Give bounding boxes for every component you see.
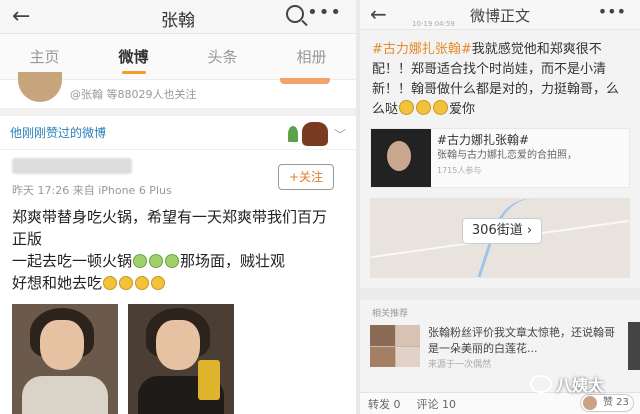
- emoji-icon: [433, 100, 449, 115]
- tab-headlines[interactable]: 头条: [178, 34, 267, 80]
- related-title: 张翰粉丝评价我文章太惊艳，还说翰哥是一朵美丽的白莲花...: [428, 326, 615, 355]
- related-body: 张翰粉丝评价我文章太惊艳，还说翰哥是一朵美丽的白莲花... 来源于一次偶然: [420, 325, 620, 373]
- tab-album[interactable]: 相册: [267, 34, 356, 80]
- post-line-1: 郑爽带替身吃火锅，希望有一天郑爽带我们百万: [12, 208, 328, 226]
- comment-button[interactable]: 评论 10: [417, 396, 457, 412]
- liked-posts-header[interactable]: 他刚刚赞过的微博 ﹀: [0, 116, 356, 150]
- avatar[interactable]: [18, 72, 62, 102]
- emoji-icon: [416, 100, 432, 115]
- more-icon[interactable]: •••: [307, 2, 342, 23]
- emoji-icon: [133, 254, 148, 268]
- laugh-emoji-icon: [135, 276, 150, 290]
- laugh-emoji-icon: [103, 276, 118, 290]
- post-body-text-2: 爱你: [449, 102, 476, 117]
- laugh-emoji-icon: [151, 276, 166, 290]
- top-bar: ← 张翰 •••: [0, 0, 356, 34]
- post-timestamp: 10-19 04:59: [412, 20, 455, 28]
- hashtag-link[interactable]: #古力娜扎张翰#: [372, 42, 472, 57]
- emoji-icon: [399, 100, 415, 115]
- profile-panel: ← 张翰 ••• 主页 微博 头条 相册 @张翰 等88029人也关注 他刚刚赞…: [0, 0, 356, 414]
- watermark: 八姨太: [530, 372, 604, 396]
- location-pill[interactable]: 306街道 ›: [462, 218, 542, 244]
- post-detail-panel: ← 微博正文 ••• 10-19 04:59 #古力娜扎张翰#我就感觉他和郑爽很…: [360, 0, 640, 414]
- wechat-logo-icon: [530, 375, 552, 393]
- related-next-thumbnail[interactable]: [628, 322, 640, 370]
- top-bar: ← 微博正文 ••• 10-19 04:59: [360, 0, 640, 30]
- chevron-right-icon: ›: [526, 223, 533, 238]
- topic-description: 张翰与古力娜扎恋爱的合拍照，: [437, 150, 577, 161]
- post-photo-1[interactable]: [12, 304, 118, 414]
- post-line-2: 正版: [12, 230, 43, 248]
- post-photo-2[interactable]: [128, 304, 234, 414]
- domo-monster-icon: [288, 120, 332, 146]
- related-source: 来源于一次偶然: [428, 360, 492, 370]
- like-count: 赞 23: [603, 397, 629, 408]
- location-map[interactable]: 306街道 ›: [370, 198, 630, 278]
- topic-hashtag: #古力娜扎张翰#: [437, 133, 530, 147]
- avatar: [583, 396, 597, 410]
- more-icon[interactable]: •••: [598, 2, 626, 21]
- blurred-username: [12, 158, 132, 174]
- post-text: 郑爽带替身吃火锅，希望有一天郑爽带我们百万 正版 一起去吃一顿火锅 那场面，贼壮观…: [12, 206, 344, 294]
- followers-text[interactable]: @张翰 等88029人也关注: [70, 86, 197, 102]
- emoji-icon: [165, 254, 180, 268]
- watermark-text: 八姨太: [556, 376, 605, 395]
- screenshot-composite: ← 张翰 ••• 主页 微博 头条 相册 @张翰 等88029人也关注 他刚刚赞…: [0, 0, 640, 414]
- weibo-post: 昨天 17:26 来自 iPhone 6 Plus +关注 郑爽带替身吃火锅，希…: [0, 150, 356, 414]
- post-line-4: 好想和她去吃: [12, 274, 103, 292]
- divider: [0, 108, 356, 116]
- related-item[interactable]: 张翰粉丝评价我文章太惊艳，还说翰哥是一朵美丽的白莲花... 来源于一次偶然: [360, 319, 640, 379]
- related-thumbnail: [370, 325, 420, 367]
- location-label: 306街道: [471, 223, 523, 238]
- like-button[interactable]: 赞 23: [580, 394, 634, 412]
- followers-row: @张翰 等88029人也关注: [0, 72, 356, 108]
- post-photos: [12, 304, 344, 414]
- liked-posts-label: 他刚刚赞过的微博: [10, 126, 107, 140]
- chevron-down-icon[interactable]: ﹀: [334, 126, 346, 143]
- post-line-3b: 那场面，贼壮观: [180, 252, 286, 270]
- emoji-icon: [149, 254, 164, 268]
- topic-thumbnail: [371, 129, 431, 187]
- topic-participants: 1715人参与: [437, 166, 482, 175]
- divider: [360, 288, 640, 300]
- related-label: 相关推荐: [372, 309, 409, 319]
- post-line-3a: 一起去吃一顿火锅: [12, 252, 133, 270]
- repost-button[interactable]: 转发 0: [368, 396, 401, 412]
- accent-bar: [280, 78, 330, 84]
- tab-weibo[interactable]: 微博: [89, 34, 178, 80]
- search-icon[interactable]: [286, 5, 304, 23]
- follow-button[interactable]: +关注: [278, 164, 334, 190]
- laugh-emoji-icon: [119, 276, 134, 290]
- topic-card[interactable]: #古力娜扎张翰# 张翰与古力娜扎恋爱的合拍照， 1715人参与: [370, 128, 630, 188]
- post-body: #古力娜扎张翰#我就感觉他和郑爽很不配！！郑哥适合找个时尚娃，而不是小清新！！翰…: [360, 30, 640, 120]
- topic-card-body: #古力娜扎张翰# 张翰与古力娜扎恋爱的合拍照， 1715人参与: [431, 129, 583, 187]
